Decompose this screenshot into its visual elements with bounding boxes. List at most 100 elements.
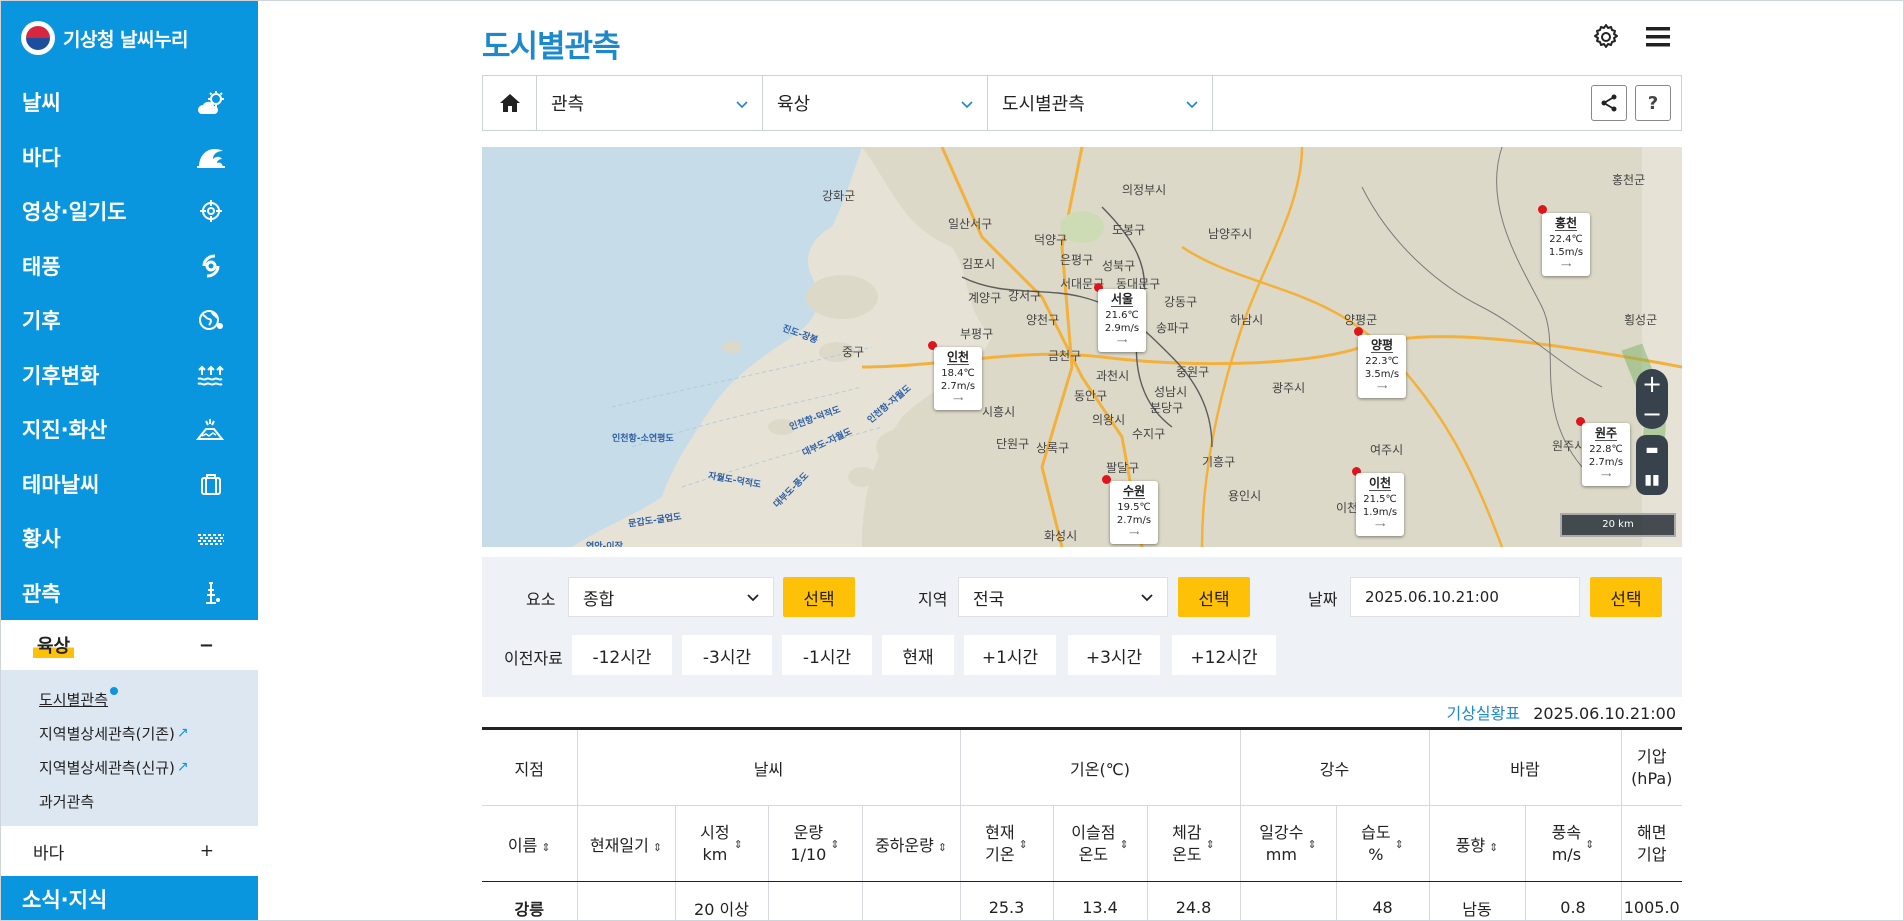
nav-item-satellite[interactable]: 영상·일기도: [1, 184, 258, 239]
table-cell: [1239, 881, 1336, 920]
status-time: 2025.06.10.21:00: [1533, 704, 1676, 723]
map-place-label: 홍천군: [1612, 173, 1646, 187]
hamburger-menu-icon[interactable]: [1644, 23, 1672, 55]
city-wind: 2.7: [1588, 457, 1605, 468]
column-header-sortable[interactable]: 중하운량 ⇕: [861, 805, 960, 882]
map-place-label: 분당구: [1150, 401, 1184, 415]
time-minus-1h-button[interactable]: -1시간: [782, 635, 872, 675]
status-line: 기상실황표 2025.06.10.21:00: [1446, 700, 1676, 724]
city-card-seoul[interactable]: 서울 21.6℃ 2.9m/s ⟶: [1098, 289, 1146, 352]
time-now-button[interactable]: 현재: [882, 635, 954, 675]
date-input[interactable]: 2025.06.10.21:00: [1350, 577, 1580, 617]
city-card-suwon[interactable]: 수원 19.5℃ 2.7m/s ⟶: [1110, 481, 1158, 544]
observation-map[interactable]: 강화군 의정부시 홍천군 일산서구 덕양구 도봉구 남양주시 김포시 은평구 성…: [482, 147, 1682, 547]
region-select-button[interactable]: 선택: [1178, 577, 1250, 617]
wind-unit: m/s: [1378, 507, 1398, 518]
nav-item-typhoon[interactable]: 태풍: [1, 239, 258, 294]
settings-gear-icon[interactable]: [1592, 23, 1620, 55]
submenu-past-observation[interactable]: 과거관측: [39, 784, 258, 818]
chevron-down-icon: [1186, 93, 1198, 114]
external-link-icon: ↗: [176, 759, 189, 775]
map-place-label: 김포시: [962, 257, 996, 271]
column-header-sortable[interactable]: 이름 ⇕: [482, 805, 577, 882]
page-title: 도시별관측: [482, 29, 621, 65]
submenu-regional-old[interactable]: 지역별상세관측(기존) ↗: [39, 716, 258, 750]
column-header-sortable[interactable]: 풍속 m/s ⇕: [1524, 805, 1621, 882]
submenu-label: 과거관측: [39, 792, 95, 811]
city-card-yangpyeong[interactable]: 양평 22.3℃ 3.5m/s ⟶: [1358, 335, 1406, 398]
element-select[interactable]: 종합: [568, 577, 774, 617]
column-header-sortable[interactable]: 해면 기압: [1620, 805, 1682, 882]
city-card-incheon[interactable]: 인천 18.4℃ 2.7m/s ⟶: [934, 347, 982, 410]
city-card-icheon[interactable]: 이천 21.5℃ 1.9m/s ⟶: [1356, 473, 1404, 536]
city-card-wonju[interactable]: 원주 22.8℃ 2.7m/s ⟶: [1582, 423, 1630, 486]
breadcrumb-select-level3[interactable]: 도시별관측: [988, 76, 1213, 130]
time-minus-12h-button[interactable]: -12시간: [572, 635, 672, 675]
station-name-cell[interactable]: 강릉: [482, 881, 577, 920]
column-header-sortable[interactable]: 체감 온도 ⇕: [1146, 805, 1240, 882]
time-plus-3h-button[interactable]: +3시간: [1068, 635, 1160, 675]
region-select[interactable]: 전국: [958, 577, 1168, 617]
column-header-sortable[interactable]: 현재일기 ⇕: [576, 805, 675, 882]
nav-item-weather[interactable]: 날씨: [1, 75, 258, 130]
column-header-sortable[interactable]: 이슬점 온도 ⇕: [1052, 805, 1147, 882]
column-header-sortable[interactable]: 운량 1/10 ⇕: [767, 805, 862, 882]
map-place-label: 의왕시: [1092, 413, 1126, 427]
wind-barb-icon: ⟶: [1560, 261, 1572, 269]
share-button[interactable]: [1591, 85, 1627, 121]
element-label: 요소: [526, 590, 556, 609]
column-header-sortable[interactable]: 일강수 mm ⇕: [1239, 805, 1336, 882]
nav-item-news[interactable]: 소식·지식: [1, 876, 258, 916]
element-value: 종합: [583, 589, 615, 610]
zoom-out-button[interactable]: −: [1642, 399, 1662, 429]
column-header-sortable[interactable]: 습도 % ⇕: [1335, 805, 1429, 882]
table-cell: [576, 881, 675, 920]
nav-item-observation[interactable]: 관측: [1, 566, 258, 621]
sea-route-label: 연안-이작: [586, 542, 623, 547]
collapse-icon[interactable]: −: [199, 635, 214, 656]
layers-icon[interactable]: ▮▮: [1644, 465, 1659, 495]
time-plus-12h-button[interactable]: +12시간: [1172, 635, 1276, 675]
column-header-sortable[interactable]: 현재 기온 ⇕: [959, 805, 1053, 882]
map-place-label: 과천시: [1096, 369, 1130, 383]
weather-table-link[interactable]: 기상실황표: [1446, 704, 1520, 723]
map-place-label: 양평군: [1344, 313, 1378, 327]
nav-item-yellow-dust[interactable]: 황사: [1, 511, 258, 566]
nav-item-climate-change[interactable]: 기후변화: [1, 348, 258, 403]
wind-unit: m/s: [1604, 457, 1624, 468]
date-select-button[interactable]: 선택: [1590, 577, 1662, 617]
column-header-sortable[interactable]: 풍향 ⇕: [1428, 805, 1525, 882]
expand-icon[interactable]: +: [200, 841, 214, 861]
breadcrumb: 관측 육상 도시별관측 ?: [482, 75, 1682, 131]
nav-item-earthquake[interactable]: 지진·화산: [1, 402, 258, 457]
nav-item-sea[interactable]: 바다: [1, 130, 258, 185]
nav-group-sea[interactable]: 바다 +: [1, 826, 258, 876]
nav-group-land[interactable]: 육상 −: [1, 620, 258, 670]
city-wind: 3.5: [1364, 369, 1381, 380]
zoom-in-button[interactable]: +: [1642, 369, 1662, 399]
time-plus-1h-button[interactable]: +1시간: [964, 635, 1056, 675]
breadcrumb-select-level2[interactable]: 육상: [763, 76, 988, 130]
nav-label: 지진·화산: [22, 418, 108, 443]
map-place-label: 남양주시: [1208, 227, 1253, 241]
map-place-label: 원주시: [1552, 439, 1586, 453]
city-card-hongcheon[interactable]: 홍천 22.4℃ 1.5m/s ⟶: [1542, 213, 1590, 276]
column-header-sortable[interactable]: 시정 km ⇕: [674, 805, 768, 882]
map-place-label: 강동구: [1164, 295, 1198, 309]
breadcrumb-label: 육상: [777, 94, 811, 115]
city-name: 인천: [946, 350, 970, 365]
ruler-icon[interactable]: ▬: [1645, 435, 1658, 465]
time-minus-3h-button[interactable]: -3시간: [682, 635, 772, 675]
map-place-label: 여주시: [1370, 443, 1404, 457]
breadcrumb-select-level1[interactable]: 관측: [537, 76, 763, 130]
home-icon[interactable]: [483, 76, 537, 130]
map-place-label: 수지구: [1132, 427, 1166, 441]
nav-item-climate[interactable]: 기후: [1, 293, 258, 348]
app-window: 기상청 날씨누리 날씨 바다 영상·일기도 태풍 기후 기후변화 지진·화산 테…: [0, 0, 1904, 921]
nav-item-theme-weather[interactable]: 테마날씨: [1, 457, 258, 512]
element-select-button[interactable]: 선택: [783, 577, 855, 617]
help-button[interactable]: ?: [1635, 85, 1671, 121]
submenu-regional-new[interactable]: 지역별상세관측(신규) ↗: [39, 750, 258, 784]
submenu-city-observation[interactable]: 도시별관측: [39, 682, 258, 716]
site-logo[interactable]: 기상청 날씨누리: [1, 1, 258, 75]
